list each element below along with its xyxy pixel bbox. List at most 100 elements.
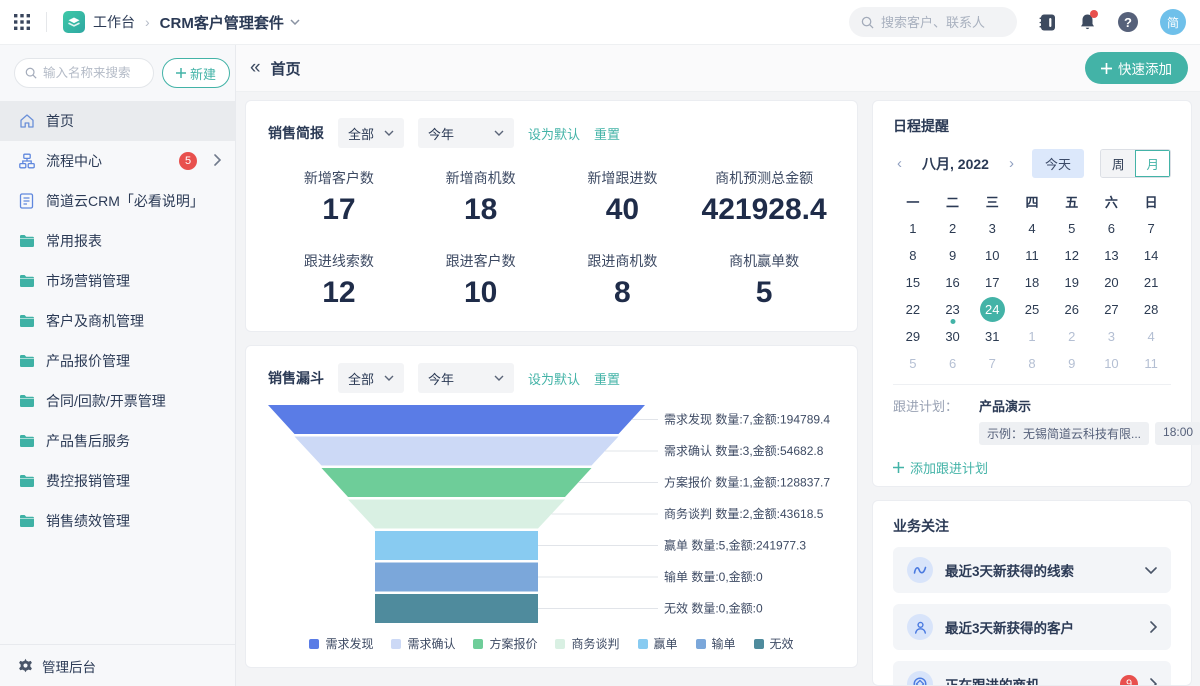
briefing-reset-link[interactable]: 重置	[594, 124, 620, 143]
calendar-day[interactable]: 31	[972, 323, 1012, 350]
calendar-day[interactable]: 10	[1092, 350, 1132, 377]
sidebar-search[interactable]	[14, 58, 154, 88]
calendar-day[interactable]: 22	[893, 296, 933, 323]
today-button[interactable]: 今天	[1032, 149, 1084, 178]
funnel-segment-4[interactable]	[375, 531, 538, 560]
calendar-day-selected[interactable]: 24	[972, 296, 1012, 323]
calendar-day[interactable]: 5	[1052, 215, 1092, 242]
calendar-day[interactable]: 14	[1131, 242, 1171, 269]
quick-add-button[interactable]: 快速添加	[1085, 52, 1188, 84]
stat-label: 新增客户数	[268, 168, 410, 188]
calendar-day[interactable]: 15	[893, 269, 933, 296]
sidebar-item-0[interactable]: 首页	[0, 101, 235, 141]
calendar-day[interactable]: 11	[1131, 350, 1171, 377]
app-grid-icon[interactable]	[14, 14, 30, 30]
sidebar-item-2[interactable]: 简道云CRM「必看说明」	[0, 181, 235, 221]
calendar-day[interactable]: 25	[1012, 296, 1052, 323]
sidebar-collapse-icon[interactable]: «	[244, 57, 267, 79]
calendar-day[interactable]: 2	[1052, 323, 1092, 350]
global-search-input[interactable]	[881, 15, 1001, 30]
funnel-segment-0[interactable]	[268, 405, 645, 434]
week-toggle-button[interactable]: 周	[1101, 150, 1136, 177]
briefing-set-default-link[interactable]: 设为默认	[528, 124, 580, 143]
new-button[interactable]: 新建	[162, 58, 230, 88]
sidebar-search-input[interactable]	[43, 66, 143, 80]
calendar-day[interactable]: 3	[1092, 323, 1132, 350]
calendar-day[interactable]: 23	[933, 296, 973, 323]
notification-dot	[1090, 10, 1098, 18]
calendar-day[interactable]: 12	[1052, 242, 1092, 269]
calendar-day[interactable]: 10	[972, 242, 1012, 269]
app-title-dropdown[interactable]: CRM客户管理套件	[160, 12, 300, 33]
calendar-day[interactable]: 20	[1092, 269, 1132, 296]
calendar-day[interactable]: 28	[1131, 296, 1171, 323]
calendar-day[interactable]: 1	[1012, 323, 1052, 350]
sidebar-item-9[interactable]: 费控报销管理	[0, 461, 235, 501]
calendar-day[interactable]: 7	[972, 350, 1012, 377]
calendar-day[interactable]: 26	[1052, 296, 1092, 323]
stat-6: 跟进商机数 8	[552, 251, 694, 310]
funnel-segment-1[interactable]	[295, 437, 619, 466]
global-search[interactable]	[849, 7, 1017, 37]
briefing-scope-select[interactable]: 全部	[338, 118, 404, 148]
calendar-day[interactable]: 8	[1012, 350, 1052, 377]
calendar-day[interactable]: 17	[972, 269, 1012, 296]
calendar-prev-icon[interactable]: ‹	[893, 155, 906, 172]
sidebar-item-5[interactable]: 客户及商机管理	[0, 301, 235, 341]
funnel-scope-select[interactable]: 全部	[338, 363, 404, 393]
calendar-day[interactable]: 2	[933, 215, 973, 242]
funnel-set-default-link[interactable]: 设为默认	[528, 369, 580, 388]
briefing-period-select[interactable]: 今年	[418, 118, 514, 148]
calendar-day[interactable]: 6	[933, 350, 973, 377]
calendar-day[interactable]: 3	[972, 215, 1012, 242]
sidebar-item-4[interactable]: 市场营销管理	[0, 261, 235, 301]
search-icon	[861, 16, 874, 29]
sidebar-item-7[interactable]: 合同/回款/开票管理	[0, 381, 235, 421]
address-book-icon[interactable]	[1039, 14, 1057, 31]
calendar-day[interactable]: 1	[893, 215, 933, 242]
workspace-link[interactable]: 工作台	[63, 11, 135, 33]
business-item-0[interactable]: 最近3天新获得的线索	[893, 547, 1171, 593]
sidebar-item-10[interactable]: 销售绩效管理	[0, 501, 235, 541]
month-toggle-button[interactable]: 月	[1135, 150, 1170, 177]
calendar-next-icon[interactable]: ›	[1005, 155, 1018, 172]
calendar-day[interactable]: 11	[1012, 242, 1052, 269]
legend-swatch	[391, 639, 401, 649]
funnel-segment-3[interactable]	[348, 500, 565, 529]
funnel-segment-5[interactable]	[375, 563, 538, 592]
calendar-day[interactable]: 4	[1131, 323, 1171, 350]
calendar-day[interactable]: 9	[933, 242, 973, 269]
funnel-segment-6[interactable]	[375, 594, 538, 623]
calendar-day[interactable]: 9	[1052, 350, 1092, 377]
business-item-1[interactable]: 最近3天新获得的客户	[893, 604, 1171, 650]
add-followup-link[interactable]: 添加跟进计划	[893, 458, 1171, 477]
notifications-bell-icon[interactable]	[1079, 13, 1096, 31]
calendar-day[interactable]: 5	[893, 350, 933, 377]
calendar-day[interactable]: 29	[893, 323, 933, 350]
calendar-day[interactable]: 16	[933, 269, 973, 296]
lead-icon	[907, 557, 933, 583]
sidebar-item-6[interactable]: 产品报价管理	[0, 341, 235, 381]
help-icon[interactable]: ?	[1118, 12, 1138, 32]
sidebar-item-3[interactable]: 常用报表	[0, 221, 235, 261]
calendar-day[interactable]: 21	[1131, 269, 1171, 296]
stat-1: 新增商机数 18	[410, 168, 552, 227]
avatar[interactable]: 简	[1160, 9, 1186, 35]
funnel-reset-link[interactable]: 重置	[594, 369, 620, 388]
calendar-day[interactable]: 6	[1092, 215, 1132, 242]
calendar-day[interactable]: 7	[1131, 215, 1171, 242]
calendar-day[interactable]: 8	[893, 242, 933, 269]
calendar-day[interactable]: 18	[1012, 269, 1052, 296]
calendar-day[interactable]: 4	[1012, 215, 1052, 242]
calendar-day[interactable]: 13	[1092, 242, 1132, 269]
calendar-day[interactable]: 19	[1052, 269, 1092, 296]
sidebar-item-1[interactable]: 流程中心 5	[0, 141, 235, 181]
business-item-2[interactable]: 正在跟进的商机 9	[893, 661, 1171, 686]
funnel-segment-2[interactable]	[322, 468, 592, 497]
admin-console-link[interactable]: 管理后台	[0, 644, 235, 686]
calendar-day[interactable]: 27	[1092, 296, 1132, 323]
chevron-right-icon[interactable]	[214, 153, 221, 169]
calendar-day[interactable]: 30	[933, 323, 973, 350]
funnel-period-select[interactable]: 今年	[418, 363, 514, 393]
sidebar-item-8[interactable]: 产品售后服务	[0, 421, 235, 461]
